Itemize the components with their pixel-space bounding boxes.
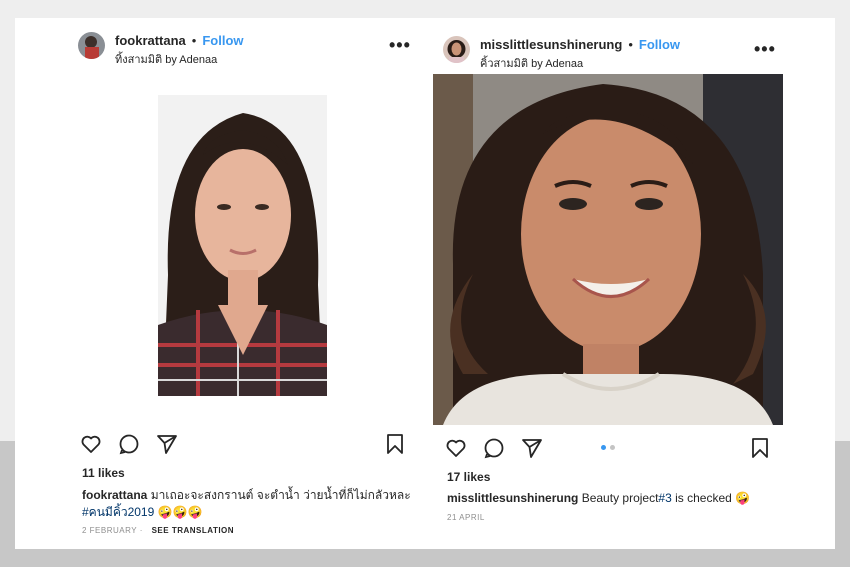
comment-icon[interactable] — [117, 432, 141, 456]
avatar[interactable] — [78, 32, 105, 59]
post-meta: 2 FEBRUARY · SEE TRANSLATION — [82, 526, 235, 535]
avatar[interactable] — [443, 36, 470, 63]
likes-count[interactable]: 11 likes — [82, 466, 125, 480]
heart-icon[interactable] — [444, 436, 468, 460]
post-photo[interactable] — [433, 74, 783, 425]
caption-emojis: 🤪🤪🤪 — [157, 505, 203, 519]
carousel-dot[interactable] — [610, 445, 615, 450]
caption-tail: is checked — [675, 491, 732, 505]
bookmark-icon[interactable] — [748, 436, 772, 460]
post-date[interactable]: 2 FEBRUARY — [82, 526, 137, 535]
caption-text: มาเถอะจะสงกรานต์ จะตำน้ำ ว่ายน้ำที่ก็ไม่… — [150, 488, 411, 502]
carousel-dot-active[interactable] — [601, 445, 606, 450]
more-options-icon[interactable]: ••• — [754, 40, 776, 58]
share-icon[interactable] — [520, 436, 544, 460]
post-photo[interactable] — [158, 95, 327, 396]
caption: misslittlesunshinerung Beauty project#3 … — [447, 490, 750, 507]
comment-icon[interactable] — [482, 436, 506, 460]
location-link[interactable]: คิ้วสามมิติ by Adenaa — [480, 54, 680, 72]
follow-button[interactable]: Follow — [639, 37, 680, 52]
separator-dot: • — [191, 33, 197, 48]
share-icon[interactable] — [155, 432, 179, 456]
carousel-indicator — [601, 445, 615, 450]
more-options-icon[interactable]: ••• — [389, 36, 411, 54]
caption-username[interactable]: misslittlesunshinerung — [447, 491, 578, 505]
post-date[interactable]: 21 APRIL — [447, 513, 485, 522]
username[interactable]: misslittlesunshinerung — [480, 37, 622, 52]
follow-button[interactable]: Follow — [202, 33, 243, 48]
heart-icon[interactable] — [79, 432, 103, 456]
post-card-fookrattana: fookrattana • Follow ทิ้งสามมิติ by Aden… — [15, 18, 425, 549]
caption-text: Beauty project — [581, 491, 659, 505]
separator-dot: • — [628, 37, 633, 52]
likes-count[interactable]: 17 likes — [447, 470, 490, 484]
hashtag-link[interactable]: #3 — [658, 491, 671, 505]
caption: fookrattana มาเถอะจะสงกรานต์ จะตำน้ำ ว่า… — [82, 487, 411, 521]
bookmark-icon[interactable] — [383, 432, 407, 456]
caption-username[interactable]: fookrattana — [82, 488, 147, 502]
post-meta: 21 APRIL — [447, 513, 485, 522]
caption-emoji: 🤪 — [735, 491, 751, 505]
location-link[interactable]: ทิ้งสามมิติ by Adenaa — [115, 50, 244, 68]
username[interactable]: fookrattana — [115, 33, 186, 48]
hashtag-link[interactable]: #คนมีคิ้ว2019 — [82, 505, 154, 519]
post-card-misslittlesunshinerung: misslittlesunshinerung • Follow คิ้วสามม… — [425, 18, 835, 549]
see-translation-link[interactable]: SEE TRANSLATION — [152, 526, 234, 535]
